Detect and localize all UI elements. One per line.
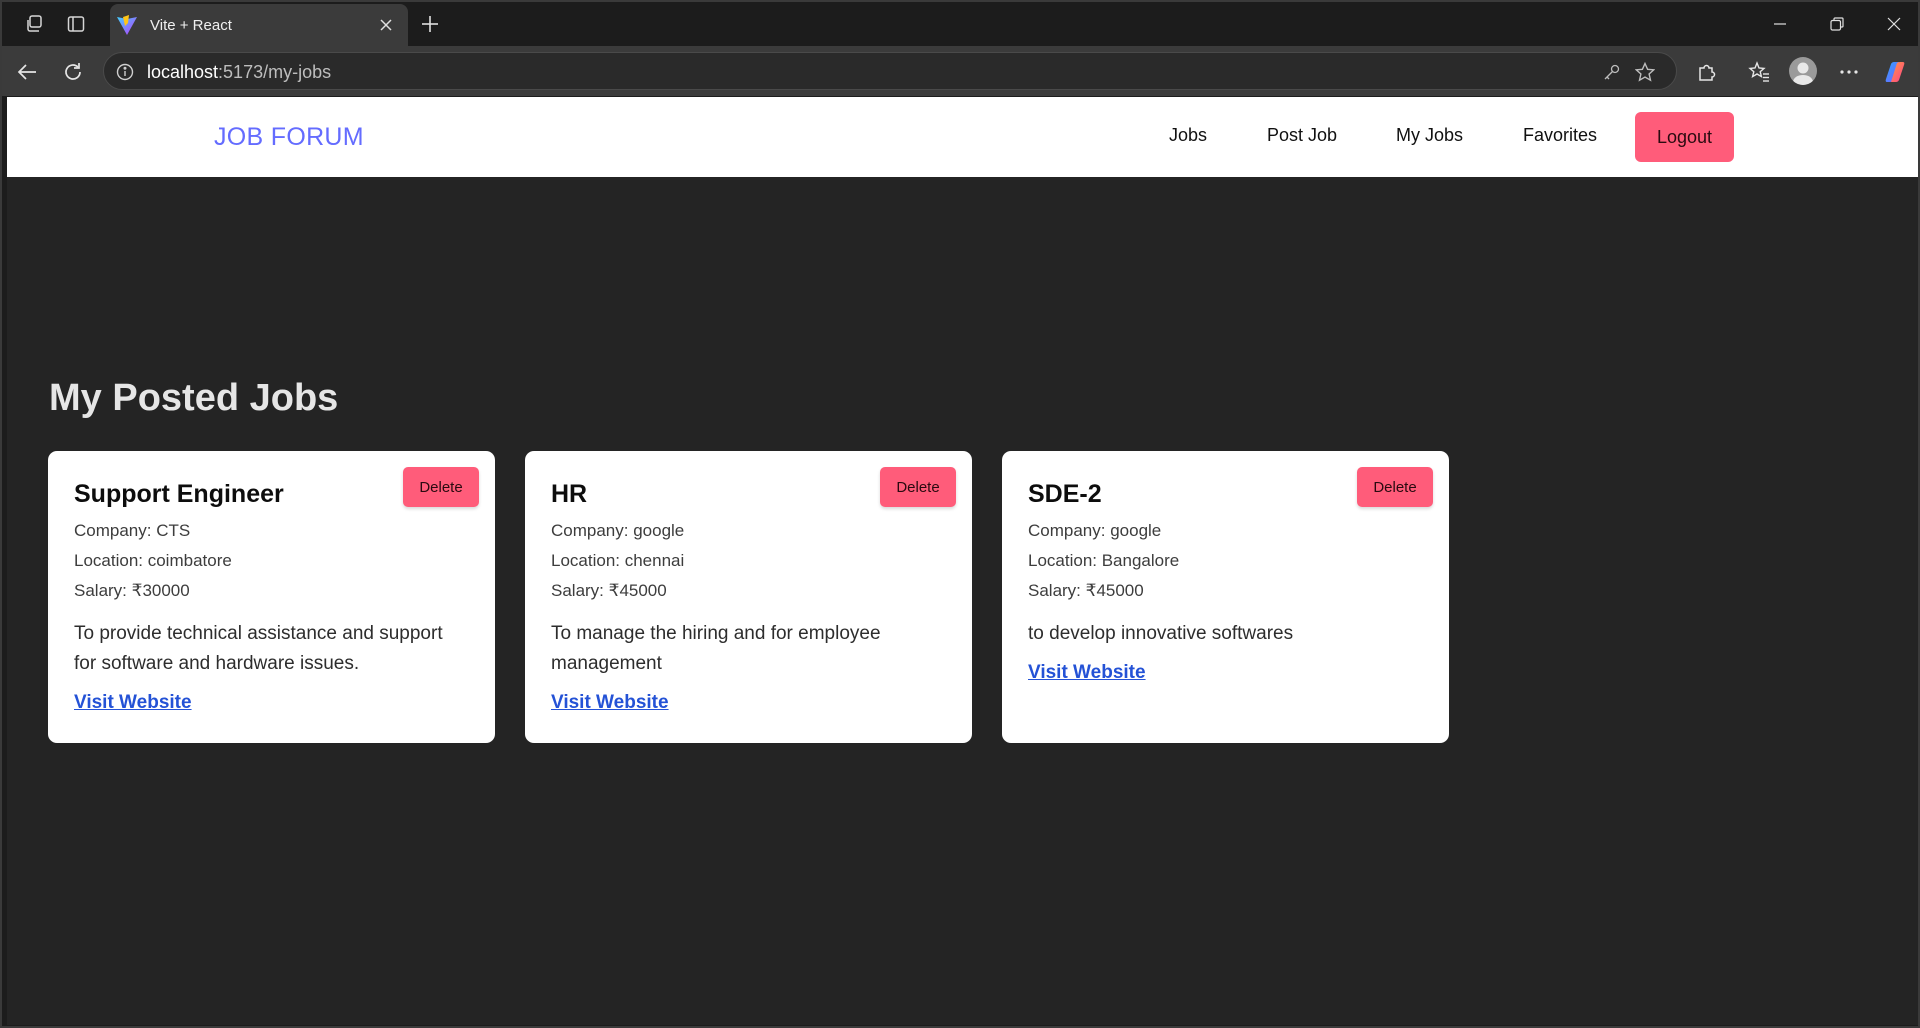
visit-website-link[interactable]: Visit Website [74,692,192,714]
address-bar[interactable]: localhost:5173/my-jobs [103,52,1677,90]
site-navbar: JOB FORUM Jobs Post Job My Jobs Favorite… [7,97,1918,177]
close-window-icon[interactable] [1882,12,1906,36]
nav-links: Jobs Post Job My Jobs Favorites [7,97,1918,177]
job-description: to develop innovative softwares [1028,623,1294,644]
job-salary: Salary: ₹45000 [1028,581,1144,600]
job-company: Company: CTS [74,521,191,540]
job-title: Support Engineer [74,480,284,508]
job-card: SDE-2 Delete Company: google Location: B… [1002,451,1449,743]
extensions-icon[interactable] [1694,59,1720,85]
tab-strip: Vite + React [2,2,1918,46]
job-company: Company: google [1028,521,1162,540]
back-icon[interactable] [14,59,40,85]
job-card: HR Delete Company: google Location: chen… [525,451,972,743]
nav-link-jobs[interactable]: Jobs [1169,125,1207,146]
favorites-icon[interactable] [1746,59,1772,85]
browser-window: Vite + React localhost:5173/my-jobs JOB … [0,0,1920,1028]
workspaces-icon[interactable] [22,12,46,36]
visit-website-link[interactable]: Visit Website [551,692,669,714]
logout-button[interactable]: Logout [1635,112,1734,162]
browser-toolbar: localhost:5173/my-jobs [2,46,1918,96]
nav-link-post-job[interactable]: Post Job [1267,125,1337,146]
copilot-icon[interactable] [1882,59,1908,85]
new-tab-icon[interactable] [418,12,442,36]
vite-logo-icon [116,14,138,36]
site-info-icon[interactable] [114,61,136,83]
profile-avatar-icon[interactable] [1789,57,1817,85]
close-tab-icon[interactable] [376,15,396,35]
job-title: SDE-2 [1028,480,1102,508]
job-card: Support Engineer Delete Company: CTS Loc… [48,451,495,743]
restore-icon[interactable] [1825,12,1849,36]
page-viewport: JOB FORUM Jobs Post Job My Jobs Favorite… [7,97,1918,1025]
more-options-icon[interactable] [1836,59,1862,85]
tab-title: Vite + React [150,16,232,34]
tab-active[interactable]: Vite + React [110,4,408,46]
reload-icon[interactable] [60,59,86,85]
minimize-icon[interactable] [1768,12,1792,36]
job-description: To manage the hiring and for employee ma… [551,623,881,674]
nav-link-my-jobs[interactable]: My Jobs [1396,125,1463,146]
key-icon[interactable] [1601,61,1623,83]
job-salary: Salary: ₹30000 [74,581,190,600]
job-location: Location: Bangalore [1028,551,1180,570]
favorite-star-icon[interactable] [1634,61,1656,83]
nav-link-favorites[interactable]: Favorites [1523,125,1597,146]
delete-button[interactable]: Delete [880,467,956,507]
vertical-tabs-icon[interactable] [64,12,88,36]
url-text[interactable]: localhost:5173/my-jobs [147,62,331,83]
job-title: HR [551,480,588,508]
job-location: Location: coimbatore [74,551,232,570]
delete-button[interactable]: Delete [403,467,479,507]
job-description: To provide technical assistance and supp… [74,623,443,674]
job-salary: Salary: ₹45000 [551,581,667,600]
job-location: Location: chennai [551,551,685,570]
job-company: Company: google [551,521,685,540]
page-title: My Posted Jobs [49,377,339,419]
visit-website-link[interactable]: Visit Website [1028,662,1146,684]
delete-button[interactable]: Delete [1357,467,1433,507]
